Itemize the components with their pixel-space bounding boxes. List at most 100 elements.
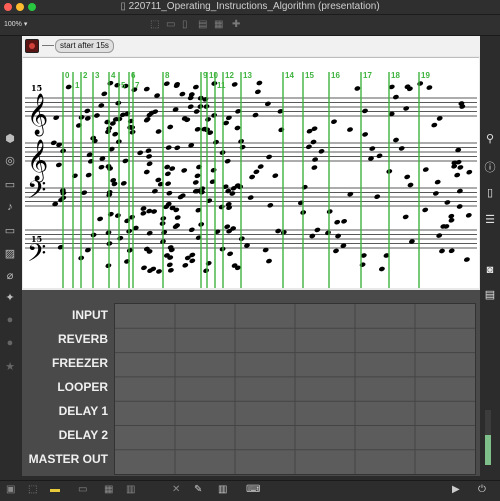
note-head	[104, 119, 111, 125]
note-cluster	[50, 80, 473, 274]
note-head	[444, 200, 451, 205]
title-bar: ▯ 220711_Operating_Instructions_Algorith…	[0, 0, 500, 15]
marker-label: 4	[111, 71, 116, 80]
book-icon[interactable]: ▯	[484, 186, 496, 199]
marker-label: 2	[83, 71, 88, 80]
note-head	[466, 169, 473, 175]
note-head	[194, 173, 201, 179]
note-head	[359, 262, 366, 268]
music-note-icon[interactable]: ♪	[4, 201, 16, 213]
zoom-menu[interactable]: 100% ▾	[4, 20, 27, 28]
ottava-bottom-label: 15	[31, 234, 42, 244]
note-head	[374, 194, 381, 200]
note-head	[211, 112, 218, 118]
note-head	[305, 144, 312, 150]
note-head	[205, 260, 212, 266]
note-head	[98, 164, 105, 170]
message-icon[interactable]: ▤	[198, 19, 207, 30]
note-head	[264, 101, 271, 107]
marker-label: 7	[135, 81, 140, 90]
left-sidebar: ⬢ ◎ ▭ ♪ ▭ ▨ ⌀ ✦ ● ● ★	[0, 36, 20, 480]
attachment-icon[interactable]: ⌀	[4, 269, 16, 282]
inspector-icon[interactable]: ▭	[4, 178, 16, 191]
note-head	[347, 127, 353, 132]
note-head	[114, 213, 121, 218]
lock-icon[interactable]: ▣	[6, 484, 15, 495]
bottom-toolbar: ▣ ⬚ ▬ ▭ ▦ ▥ ✕ ✎ ▥ ⌨ ▶ ⏻	[0, 480, 500, 501]
mixer-row-label: INPUT	[72, 308, 108, 322]
start-message-button[interactable]: start after 15s	[55, 39, 114, 53]
keyboard-icon[interactable]: ⌨	[246, 484, 260, 495]
note-head	[331, 119, 337, 125]
note-head	[146, 161, 153, 167]
camera-icon[interactable]: ◙	[484, 264, 496, 276]
patch-canvas: start after 15s 𝄞 𝄞 𝄢 𝄢 15 15 0123456789…	[22, 36, 480, 476]
note-head	[402, 214, 409, 220]
score-svg: 𝄞 𝄞 𝄢 𝄢 15 15 01234567891011121314151617…	[25, 71, 477, 288]
note-head	[393, 137, 399, 143]
marker-label: 11	[217, 81, 226, 90]
note-head	[151, 188, 158, 194]
search-icon[interactable]: ⚲	[484, 132, 496, 145]
note-head	[434, 179, 441, 185]
piano-icon[interactable]: ▥	[218, 484, 227, 495]
note-head	[266, 154, 273, 160]
master-level-slider[interactable]	[485, 410, 491, 465]
matrix-grid	[115, 304, 475, 474]
marker-label: 3	[95, 71, 100, 80]
note-head	[194, 126, 201, 132]
comment-bubble-icon[interactable]: ▬	[50, 484, 60, 495]
note-head	[249, 174, 256, 180]
list-icon[interactable]: ☰	[484, 213, 496, 226]
plugin-icon[interactable]: ✦	[4, 291, 16, 304]
note-head	[164, 171, 171, 177]
info-icon[interactable]: ⓘ	[484, 159, 496, 175]
settings-icon[interactable]: ▤	[484, 288, 496, 301]
note-head	[272, 173, 279, 179]
power-icon[interactable]: ⏻	[478, 484, 486, 495]
object-icon[interactable]: ▯	[182, 19, 188, 30]
note-head	[218, 204, 225, 210]
note-head	[93, 113, 100, 118]
video-icon[interactable]: ▭	[4, 224, 16, 237]
edit-lock-icon[interactable]: ⬚	[150, 19, 159, 30]
note-head	[456, 188, 463, 194]
note-head	[254, 89, 261, 95]
note-head	[448, 213, 455, 219]
window-title-text: 220711_Operating_Instructions_Algorithm …	[128, 1, 380, 12]
package-icon[interactable]: ⬢	[4, 132, 16, 145]
note-head	[465, 212, 472, 218]
note-head	[392, 94, 399, 100]
record-toggle-button[interactable]	[25, 39, 39, 53]
select-icon[interactable]: ⬚	[28, 484, 37, 495]
note-head	[376, 153, 383, 159]
note-head	[238, 236, 245, 242]
marker-label: 12	[225, 71, 234, 80]
routing-matrix[interactable]	[114, 303, 476, 475]
wrench-icon[interactable]: ✎	[194, 484, 202, 495]
note-head	[107, 211, 114, 217]
note-head	[439, 248, 445, 254]
align-icon[interactable]: ▥	[126, 484, 135, 495]
note-head	[143, 169, 150, 175]
note-head	[403, 106, 410, 111]
note-head	[145, 148, 152, 154]
image-icon[interactable]: ▨	[4, 247, 16, 260]
debug-icon[interactable]: ✕	[172, 484, 180, 495]
bpatcher-icon[interactable]: ✚	[232, 19, 240, 30]
presentation-icon[interactable]: ▭	[166, 19, 175, 30]
note-head	[192, 84, 199, 90]
note-head	[140, 210, 147, 216]
note-head	[347, 191, 354, 197]
note-head	[422, 207, 429, 213]
note-head	[310, 139, 317, 145]
target-icon[interactable]: ◎	[4, 154, 16, 167]
note-head	[454, 172, 461, 178]
play-icon[interactable]: ▶	[452, 484, 460, 495]
note-head	[107, 80, 114, 86]
note-head	[457, 165, 464, 170]
windows-icon[interactable]: ▭	[78, 484, 87, 495]
grid-icon[interactable]: ▦	[104, 484, 113, 495]
note-head	[181, 168, 188, 173]
comment-icon[interactable]: ▦	[214, 19, 223, 30]
